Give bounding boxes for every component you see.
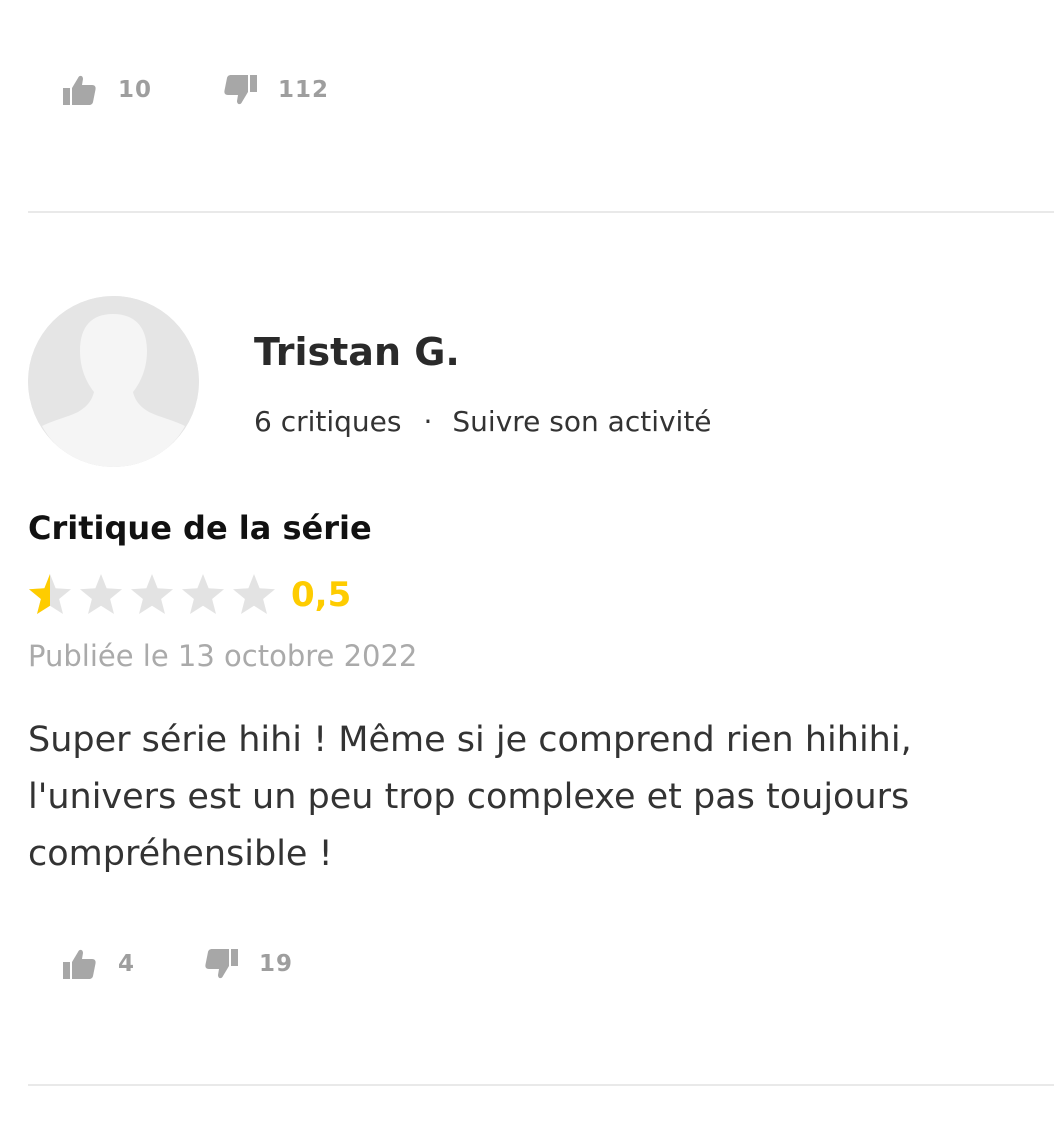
review-divider: [28, 1084, 1054, 1086]
publication-date: Publiée le 13 octobre 2022: [28, 639, 418, 673]
like-button[interactable]: 10: [62, 72, 152, 108]
avatar[interactable]: [28, 296, 199, 467]
meta-separator: ·: [423, 405, 433, 438]
review-votes: 4 19: [62, 944, 293, 984]
star-icon: [29, 574, 71, 614]
thumbs-down-icon: [203, 946, 239, 982]
thumbs-down-icon: [222, 72, 258, 108]
dislike-count: 112: [278, 77, 330, 103]
previous-review-votes: 10 112: [62, 70, 329, 110]
dislike-count: 19: [259, 951, 294, 977]
dislike-button[interactable]: 19: [203, 946, 293, 982]
thumbs-up-icon: [62, 946, 98, 982]
like-count: 10: [118, 77, 153, 103]
default-user-silhouette-icon: [28, 296, 199, 467]
dislike-button[interactable]: 112: [222, 72, 329, 108]
stars-container: [26, 571, 281, 619]
review-body: Super série hihi ! Même si je comprend r…: [28, 720, 912, 874]
star-icon: [182, 574, 224, 614]
user-name[interactable]: Tristan G.: [254, 330, 460, 374]
star-icon: [233, 574, 275, 614]
star-icon: [80, 574, 122, 614]
review-type-heading: Critique de la série: [28, 509, 372, 547]
like-count: 4: [118, 951, 136, 977]
follow-activity-link[interactable]: Suivre son activité: [452, 405, 711, 438]
review-divider: [28, 211, 1054, 213]
star-icon: [131, 574, 173, 614]
critiques-count[interactable]: 6 critiques: [254, 405, 402, 438]
rating-score: 0,5: [291, 575, 352, 615]
thumbs-up-icon: [62, 72, 98, 108]
like-button[interactable]: 4: [62, 946, 135, 982]
star-rating: 0,5: [26, 570, 351, 620]
user-meta: 6 critiques · Suivre son activité: [254, 405, 712, 438]
